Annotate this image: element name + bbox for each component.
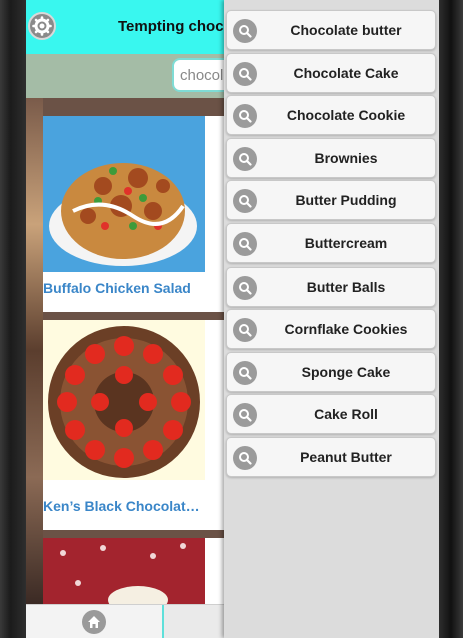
suggestion-label: Buttercream	[304, 235, 388, 251]
search-icon	[233, 147, 257, 171]
recipe-title[interactable]: Ken’s Black Chocolat…	[43, 498, 200, 514]
suggestion-label: Chocolate Cookie	[286, 107, 406, 123]
search-icon	[233, 189, 257, 213]
suggestion-item[interactable]: Butter Balls	[226, 267, 436, 307]
suggestion-label: Brownies	[314, 150, 378, 166]
suggestion-item[interactable]: Peanut Butter	[226, 437, 436, 477]
recipe-title[interactable]: Buffalo Chicken Salad	[43, 280, 191, 296]
recipe-image-salad	[43, 116, 205, 272]
search-icon	[233, 446, 257, 470]
suggestion-label: Butter Pudding	[295, 192, 397, 208]
suggestion-item[interactable]: Butter Pudding	[226, 180, 436, 220]
search-icon	[233, 318, 257, 342]
suggestion-label: Peanut Butter	[300, 449, 392, 465]
recipe-card[interactable]: Ken’s Black Chocolat…	[43, 320, 229, 530]
home-icon	[82, 610, 106, 634]
suggestion-item[interactable]: Brownies	[226, 138, 436, 178]
app-screen: Tempting choco chocol Buffalo Chicken Sa…	[26, 0, 439, 638]
suggestion-label: Chocolate Cake	[293, 65, 399, 81]
device-frame: Tempting choco chocol Buffalo Chicken Sa…	[0, 0, 463, 638]
suggestion-label: Chocolate butter	[290, 22, 402, 38]
suggestion-label: Cornflake Cookies	[284, 321, 408, 337]
suggestion-label: Cake Roll	[314, 406, 378, 422]
search-icon	[233, 232, 257, 256]
device-frame-left	[0, 0, 26, 638]
suggestion-item[interactable]: Cornflake Cookies	[226, 309, 436, 349]
recipe-image-dessert	[43, 538, 205, 604]
background-image	[26, 98, 43, 604]
search-icon	[233, 104, 257, 128]
search-icon	[233, 62, 257, 86]
search-icon	[233, 276, 257, 300]
search-icon	[233, 361, 257, 385]
suggestion-label: Butter Balls	[306, 279, 386, 295]
suggestion-item[interactable]: Cake Roll	[226, 394, 436, 434]
recipe-card[interactable]: Buffalo Chicken Salad	[43, 116, 229, 312]
suggestion-item[interactable]: Chocolate Cake	[226, 53, 436, 93]
device-frame-right	[439, 0, 463, 638]
suggestion-item[interactable]: Chocolate Cookie	[226, 95, 436, 135]
suggestion-label: Sponge Cake	[301, 364, 391, 380]
suggestion-panel: Chocolate butter Chocolate Cake Chocolate …	[224, 0, 439, 638]
suggestion-item[interactable]: Buttercream	[226, 223, 436, 263]
home-tab[interactable]	[26, 605, 164, 638]
search-icon	[233, 403, 257, 427]
search-icon	[233, 19, 257, 43]
suggestion-item[interactable]: Chocolate butter	[226, 10, 436, 50]
gear-icon	[32, 16, 52, 36]
settings-button[interactable]	[28, 12, 56, 40]
page-title: Tempting choco	[118, 18, 233, 35]
suggestion-item[interactable]: Sponge Cake	[226, 352, 436, 392]
recipe-image-cake	[43, 320, 205, 480]
recipe-card[interactable]	[43, 538, 229, 604]
